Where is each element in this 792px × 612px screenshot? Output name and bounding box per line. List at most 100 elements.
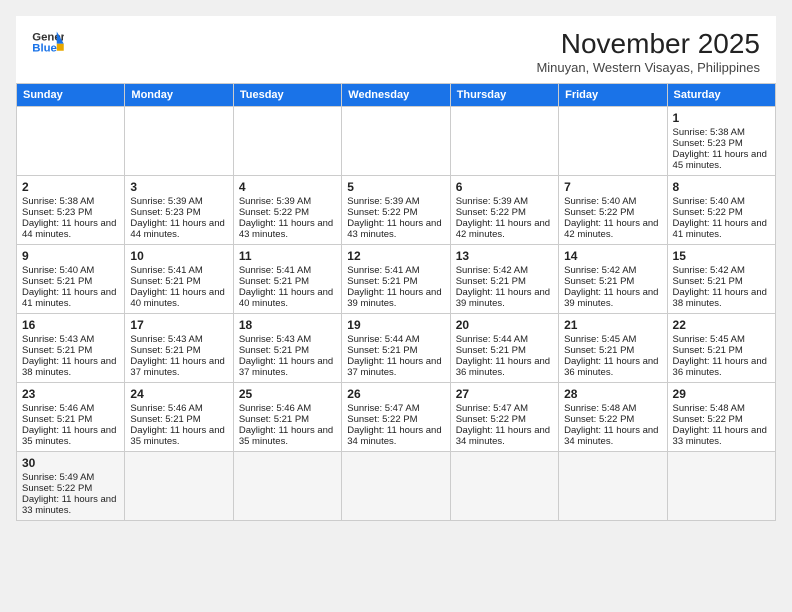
calendar-cell: 11Sunrise: 5:41 AMSunset: 5:21 PMDayligh… (233, 245, 341, 314)
day-number: 23 (22, 387, 119, 401)
sunset-text: Sunset: 5:21 PM (239, 414, 336, 425)
daylight-text: Daylight: 11 hours and 39 minutes. (564, 287, 661, 309)
calendar-cell: 25Sunrise: 5:46 AMSunset: 5:21 PMDayligh… (233, 383, 341, 452)
day-number: 26 (347, 387, 444, 401)
calendar-cell: 26Sunrise: 5:47 AMSunset: 5:22 PMDayligh… (342, 383, 450, 452)
day-number: 14 (564, 249, 661, 263)
day-number: 10 (130, 249, 227, 263)
sunset-text: Sunset: 5:21 PM (22, 345, 119, 356)
daylight-text: Daylight: 11 hours and 35 minutes. (22, 425, 119, 447)
sunrise-text: Sunrise: 5:49 AM (22, 472, 119, 483)
calendar-cell (125, 107, 233, 176)
calendar-cell: 28Sunrise: 5:48 AMSunset: 5:22 PMDayligh… (559, 383, 667, 452)
day-header-thursday: Thursday (450, 84, 558, 107)
calendar-cell: 22Sunrise: 5:45 AMSunset: 5:21 PMDayligh… (667, 314, 775, 383)
sunset-text: Sunset: 5:21 PM (347, 345, 444, 356)
daylight-text: Daylight: 11 hours and 43 minutes. (347, 218, 444, 240)
day-number: 27 (456, 387, 553, 401)
day-number: 30 (22, 456, 119, 470)
day-header-wednesday: Wednesday (342, 84, 450, 107)
calendar-cell: 17 Sunrise: 5:43 AMSunset: 5:21 PMDayligh… (125, 314, 233, 383)
calendar-cell: 8Sunrise: 5:40 AMSunset: 5:22 PMDaylight… (667, 176, 775, 245)
sunrise-text: Sunrise: 5:38 AM (22, 196, 119, 207)
sunrise-text: Sunrise: 5:44 AM (347, 334, 444, 345)
sunset-text: Sunset: 5:21 PM (564, 345, 661, 356)
calendar-cell: 6Sunrise: 5:39 AMSunset: 5:22 PMDaylight… (450, 176, 558, 245)
calendar-cell (667, 452, 775, 521)
calendar-cell: 3Sunrise: 5:39 AMSunset: 5:23 PMDaylight… (125, 176, 233, 245)
sunrise-text: Sunrise: 5:40 AM (673, 196, 770, 207)
calendar-header-row: SundayMondayTuesdayWednesdayThursdayFrid… (17, 84, 776, 107)
day-number: 4 (239, 180, 336, 194)
calendar-cell: 5Sunrise: 5:39 AMSunset: 5:22 PMDaylight… (342, 176, 450, 245)
daylight-text: Daylight: 11 hours and 34 minutes. (456, 425, 553, 447)
daylight-text: Daylight: 11 hours and 37 minutes. (130, 356, 227, 378)
sunset-text: Sunset: 5:22 PM (564, 414, 661, 425)
sunrise-text: Sunrise: 5:45 AM (564, 334, 661, 345)
daylight-text: Daylight: 11 hours and 39 minutes. (456, 287, 553, 309)
daylight-text: Daylight: 11 hours and 44 minutes. (22, 218, 119, 240)
day-number: 15 (673, 249, 770, 263)
logo: General Blue (32, 28, 64, 56)
sunrise-text: Sunrise: 5:48 AM (564, 403, 661, 414)
daylight-text: Daylight: 11 hours and 37 minutes. (347, 356, 444, 378)
sunrise-text: Sunrise: 5:47 AM (347, 403, 444, 414)
sunrise-text: Sunrise: 5:42 AM (456, 265, 553, 276)
sunrise-text: Sunrise: 5:46 AM (239, 403, 336, 414)
day-number: 20 (456, 318, 553, 332)
sunset-text: Sunset: 5:21 PM (130, 414, 227, 425)
sunset-text: Sunset: 5:22 PM (22, 483, 119, 494)
sunrise-text: Sunrise: 5:45 AM (673, 334, 770, 345)
calendar-cell: 24Sunrise: 5:46 AMSunset: 5:21 PMDayligh… (125, 383, 233, 452)
day-number: 16 (22, 318, 119, 332)
calendar-cell: 29Sunrise: 5:48 AMSunset: 5:22 PMDayligh… (667, 383, 775, 452)
calendar-cell: 23Sunrise: 5:46 AMSunset: 5:21 PMDayligh… (17, 383, 125, 452)
sunset-text: Sunset: 5:21 PM (130, 276, 227, 287)
daylight-text: Daylight: 11 hours and 35 minutes. (130, 425, 227, 447)
sunrise-text: Sunrise: 5:40 AM (564, 196, 661, 207)
month-title: November 2025 (536, 28, 760, 60)
sunrise-text: Sunrise: 5:41 AM (130, 265, 227, 276)
day-number: 19 (347, 318, 444, 332)
header: General Blue November 2025 Minuyan, West… (16, 16, 776, 83)
calendar-cell: 20Sunrise: 5:44 AMSunset: 5:21 PMDayligh… (450, 314, 558, 383)
calendar-cell: 12Sunrise: 5:41 AMSunset: 5:21 PMDayligh… (342, 245, 450, 314)
sunrise-text: Sunrise: 5:44 AM (456, 334, 553, 345)
daylight-text: Daylight: 11 hours and 42 minutes. (456, 218, 553, 240)
day-number: 2 (22, 180, 119, 194)
sunset-text: Sunset: 5:22 PM (239, 207, 336, 218)
day-header-sunday: Sunday (17, 84, 125, 107)
daylight-text: Daylight: 11 hours and 33 minutes. (673, 425, 770, 447)
day-number: 3 (130, 180, 227, 194)
sunset-text: Sunset: 5:22 PM (456, 207, 553, 218)
calendar-cell: 16Sunrise: 5:43 AMSunset: 5:21 PMDayligh… (17, 314, 125, 383)
daylight-text: Daylight: 11 hours and 36 minutes. (673, 356, 770, 378)
sunrise-text: Sunrise: 5:39 AM (130, 196, 227, 207)
day-header-tuesday: Tuesday (233, 84, 341, 107)
day-number: 7 (564, 180, 661, 194)
sunset-text: Sunset: 5:21 PM (239, 345, 336, 356)
daylight-text: Daylight: 11 hours and 45 minutes. (673, 149, 770, 171)
sunrise-text: Sunrise: 5:43 AM (130, 334, 227, 345)
sunset-text: Sunset: 5:21 PM (130, 345, 227, 356)
calendar-cell: 21Sunrise: 5:45 AMSunset: 5:21 PMDayligh… (559, 314, 667, 383)
sunset-text: Sunset: 5:22 PM (456, 414, 553, 425)
calendar-cell (450, 452, 558, 521)
calendar-cell: 2Sunrise: 5:38 AMSunset: 5:23 PMDaylight… (17, 176, 125, 245)
calendar-week-5: 23Sunrise: 5:46 AMSunset: 5:21 PMDayligh… (17, 383, 776, 452)
day-number: 24 (130, 387, 227, 401)
sunset-text: Sunset: 5:21 PM (673, 276, 770, 287)
calendar-week-3: 9Sunrise: 5:40 AMSunset: 5:21 PMDaylight… (17, 245, 776, 314)
location: Minuyan, Western Visayas, Philippines (536, 60, 760, 75)
calendar-cell (233, 107, 341, 176)
calendar-cell (342, 452, 450, 521)
calendar-cell: 7Sunrise: 5:40 AMSunset: 5:22 PMDaylight… (559, 176, 667, 245)
sunset-text: Sunset: 5:22 PM (564, 207, 661, 218)
sunrise-text: Sunrise: 5:46 AM (22, 403, 119, 414)
sunrise-text: Sunrise: 5:43 AM (22, 334, 119, 345)
calendar-cell: 10Sunrise: 5:41 AMSunset: 5:21 PMDayligh… (125, 245, 233, 314)
sunrise-text: Sunrise: 5:41 AM (347, 265, 444, 276)
sunrise-text: Sunrise: 5:38 AM (673, 127, 770, 138)
sunset-text: Sunset: 5:23 PM (130, 207, 227, 218)
day-number: 17 (130, 318, 227, 332)
